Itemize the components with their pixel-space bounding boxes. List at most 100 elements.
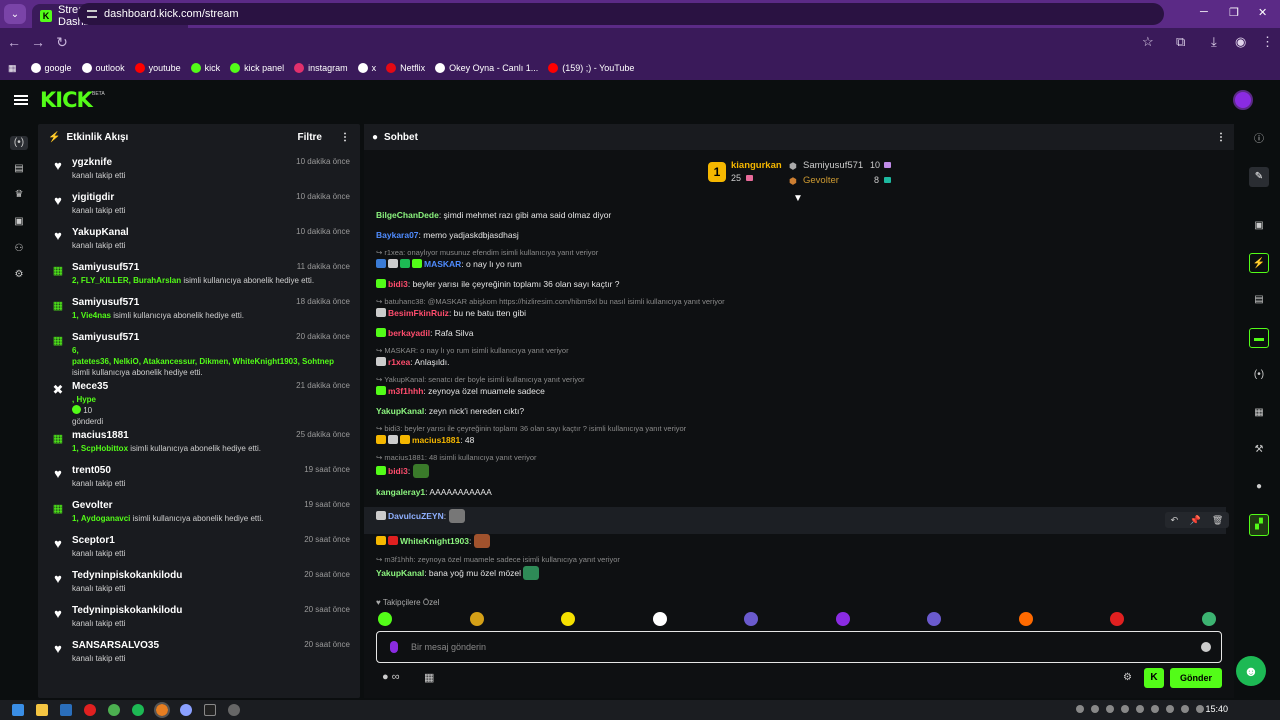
clapper-icon[interactable]: ▞ <box>1249 514 1269 536</box>
reply-context[interactable]: ↪ r1xea: onaylıyor musunuz efendim isiml… <box>376 248 1226 258</box>
reload-icon[interactable]: ↻ <box>50 34 74 51</box>
emote-icon[interactable] <box>378 612 392 626</box>
emote-icon[interactable] <box>1110 612 1124 626</box>
leader-2-name[interactable]: Samiyusuf571 <box>803 160 863 171</box>
activity-toggle-icon[interactable]: ⚡ <box>1249 253 1269 273</box>
support-chat-button[interactable]: ☻ <box>1236 656 1266 686</box>
obs-icon[interactable] <box>228 704 240 716</box>
chat-username[interactable]: BesimFkinRuiz <box>388 308 449 318</box>
chrome-icon[interactable] <box>108 704 120 716</box>
emote-icon[interactable] <box>835 612 850 626</box>
broadcast-icon[interactable]: (•) <box>1249 365 1269 385</box>
site-info-icon[interactable] <box>87 10 97 18</box>
clip-icon[interactable]: ▣ <box>1249 216 1269 236</box>
chat-username[interactable]: macius1881 <box>412 435 460 445</box>
chrome-active-icon[interactable] <box>154 702 170 718</box>
emote-icon[interactable] <box>652 612 667 626</box>
settings-icon[interactable]: ⚙ <box>12 268 26 282</box>
restore-icon[interactable]: ❐ <box>1229 6 1239 19</box>
extensions-icon[interactable]: ⧉ <box>1176 34 1185 50</box>
capcut-icon[interactable] <box>204 704 216 716</box>
chat-message[interactable]: ↪ bidi3: beyler yarısı ile çeyreğinin to… <box>376 424 1226 446</box>
chat-message[interactable]: WhiteKnight1903: <box>376 534 1226 548</box>
trophy-icon[interactable]: ♛ <box>12 188 26 202</box>
bookmark-0[interactable]: google <box>30 63 72 73</box>
chat-settings-icon[interactable]: ⚙ <box>1123 672 1132 683</box>
expand-leaderboard-icon[interactable]: ▼ <box>792 193 804 205</box>
activity-event[interactable]: ♥ trent050 19 saat önce kanalı takip etti <box>38 462 360 497</box>
bookmark-2[interactable]: youtube <box>134 63 181 73</box>
activity-event[interactable]: ♥ YakupKanal 10 dakika önce kanalı takip et… <box>38 224 360 259</box>
reply-context[interactable]: ↪ m3f1hhh: zeynoya özel muamele sadece i… <box>376 555 1226 565</box>
reply-context[interactable]: ↪ bidi3: beyler yarısı ile çeyreğinin to… <box>376 424 1226 434</box>
notes-icon[interactable]: ▤ <box>1249 290 1269 310</box>
bookmark-5[interactable]: instagram <box>294 63 348 73</box>
steam-icon[interactable] <box>60 704 72 716</box>
gift-recipients[interactable]: patetes36, NelkiO, Atakancessur, Dikmen,… <box>72 357 334 366</box>
activity-event[interactable]: ♥ Tedyninpiskokankilodu 20 saat önce kanalı… <box>38 567 360 602</box>
reply-icon[interactable]: ↶ <box>1171 515 1179 526</box>
leader-1-name[interactable]: kiangurkan <box>731 160 782 171</box>
send-button[interactable]: Gönder <box>1170 668 1222 688</box>
bookmark-6[interactable]: x <box>357 63 376 73</box>
avatar[interactable] <box>1233 90 1253 110</box>
filter-button[interactable]: Filtre <box>298 132 322 143</box>
browser-menu-icon[interactable]: ⋮ <box>1261 34 1274 50</box>
chat-username[interactable]: m3f1hhh <box>388 386 423 396</box>
chat-more-icon[interactable]: ⋮ <box>1216 132 1226 143</box>
delete-icon[interactable]: 🗑 <box>1212 515 1223 526</box>
clip-icon[interactable]: ▣ <box>12 215 26 229</box>
bookmark-4[interactable]: kick panel <box>230 63 284 73</box>
opera-icon[interactable] <box>84 704 96 716</box>
back-icon[interactable]: ← <box>2 34 26 50</box>
emoji-icon[interactable] <box>1201 642 1211 652</box>
bookmark-3[interactable]: kick <box>190 63 220 73</box>
emote-icon[interactable] <box>927 612 941 626</box>
stream-icon[interactable]: (•) <box>10 136 28 150</box>
chat-message[interactable]: ↪ YakupKanal: senatcı der boyle isimli k… <box>376 375 1226 397</box>
chat-message[interactable]: YakupKanal: zeyn nick'i nereden cıktı? <box>376 406 1226 417</box>
activity-event[interactable]: ♥ Sceptor1 20 saat önce kanalı takip etti <box>38 532 360 567</box>
points-icon[interactable]: ● ∞ <box>382 671 400 683</box>
minimize-icon[interactable]: ─ <box>1200 6 1208 18</box>
activity-event[interactable]: ▦ Samiyusuf571 20 dakika önce 6, patetes36, … <box>38 329 360 378</box>
file-explorer-icon[interactable] <box>36 704 48 716</box>
chat-message[interactable]: ↪ m3f1hhh: zeynoya özel muamele sadece i… <box>376 555 1226 580</box>
gift-recipients[interactable]: ScpHobittox <box>81 444 128 453</box>
forward-icon[interactable]: → <box>26 34 50 50</box>
tab-search-button[interactable]: ⌄ <box>4 4 26 24</box>
chat-username[interactable]: DavulcuZEYN <box>388 511 444 521</box>
chat-username[interactable]: Baykara07 <box>376 230 419 240</box>
emote-icon[interactable] <box>561 612 575 626</box>
chat-message-input[interactable] <box>411 639 1171 655</box>
kicks-button[interactable]: K <box>1144 668 1164 688</box>
reply-context[interactable]: ↪ YakupKanal: senatcı der boyle isimli k… <box>376 375 1226 385</box>
chat-username[interactable]: YakupKanal <box>376 406 424 416</box>
chat-username[interactable]: bidi3 <box>388 279 408 289</box>
activity-event[interactable]: ♥ SANSARSALVO35 20 saat önce kanalı takip e… <box>38 637 360 672</box>
pin-icon[interactable]: 📌 <box>1189 515 1200 526</box>
activity-event[interactable]: ▦ Samiyusuf571 18 dakika önce 1, Vie4nas is… <box>38 294 360 329</box>
bookmark-7[interactable]: Netflix <box>386 63 425 73</box>
activity-more-icon[interactable]: ⋮ <box>340 132 350 143</box>
bookmark-1[interactable]: outlook <box>81 63 125 73</box>
chat-message[interactable]: ↪ macius1881: 48 isimli kullanıcıya yanı… <box>376 453 1226 478</box>
bookmark-9[interactable]: (159) ;) - YouTube <box>548 63 634 73</box>
emote-icon[interactable] <box>1201 612 1216 626</box>
activity-event[interactable]: ♥ Tedyninpiskokankilodu 20 saat önce kanalı… <box>38 602 360 637</box>
chat-username[interactable]: bidi3 <box>388 466 408 476</box>
chat-message[interactable]: Baykara07: memo yadjaskdbjasdhasj <box>376 230 1226 241</box>
edit-icon[interactable]: ✎ <box>1249 167 1269 187</box>
profile-icon[interactable]: ◉ <box>1235 34 1246 50</box>
activity-event[interactable]: ▦ Samiyusuf571 11 dakika önce 2, FLY_KILLER… <box>38 259 360 294</box>
activity-event[interactable]: ▦ macius1881 25 dakika önce 1, ScpHobittox … <box>38 427 360 462</box>
chat-username[interactable]: MASKAR <box>424 259 461 269</box>
emote-icon[interactable] <box>469 612 484 626</box>
emote-icon[interactable] <box>744 612 758 626</box>
tokens-icon[interactable]: ● <box>1249 477 1269 497</box>
chat-message[interactable]: bidi3: beyler yarısı ile çeyreğinin topl… <box>376 279 1226 290</box>
address-bar[interactable]: dashboard.kick.com/stream <box>78 3 1164 25</box>
activity-event[interactable]: ▦ Gevolter 19 saat önce 1, Aydoganavci isim… <box>38 497 360 532</box>
emote-icon[interactable] <box>1018 612 1033 626</box>
gift-recipients[interactable]: FLY_KILLER, BurahArslan <box>81 276 181 285</box>
